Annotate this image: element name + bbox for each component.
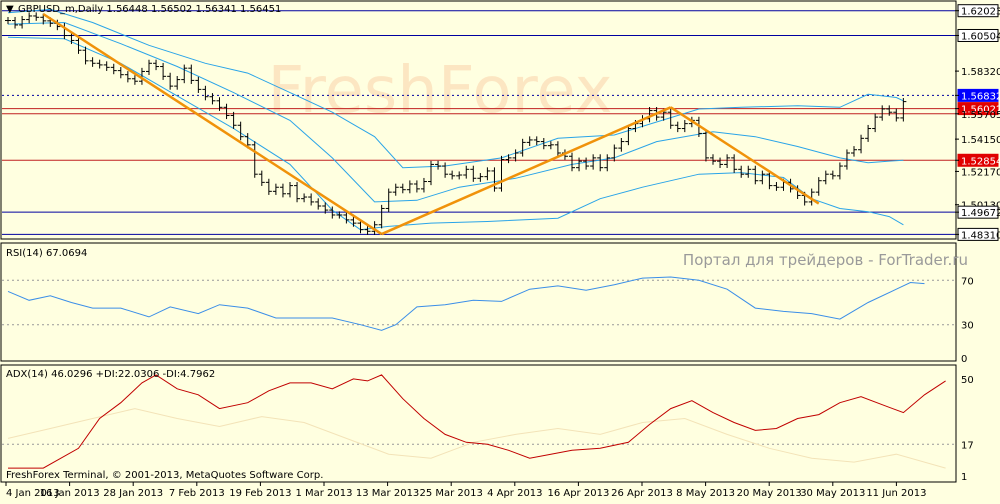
rsi-pane-title: RSI(14) 67.0694 [6,248,87,259]
price-axis-label: 1.52170 [961,167,1000,178]
price-axis-label: 1.58320 [961,67,1000,78]
price-axis-label: 1.48310 [961,230,1000,241]
adx-axis-label: 17 [961,440,974,451]
date-axis-label: 11 Jun 2013 [866,488,926,499]
date-axis-label: 20 May 2013 [737,488,802,499]
rsi-axis-label: 0 [961,354,967,365]
price-axis-label: 1.60504 [961,31,1000,42]
date-axis-label: 4 Apr 2013 [487,488,542,499]
rsi-axis-label: 70 [961,276,974,287]
trendline [670,106,820,205]
watermark-text: FreshForex [267,54,612,128]
chart-title-arrow-icon: ▼ [6,4,14,15]
terminal-footer: FreshForex Terminal, © 2001-2013, MetaQu… [6,470,323,481]
adx-pane-frame [0,364,957,483]
site-caption: Портал для трейдеров - ForTrader.ru [683,251,968,269]
rsi-layer [2,276,955,331]
adx-axis-label: 1 [961,472,967,483]
price-axis-label: 1.62023 [961,7,1000,18]
price-axis-label: 1.56832 [961,91,1000,102]
date-axis-label: 8 May 2013 [676,488,735,499]
price-axis-label: 1.49672 [961,208,1000,219]
date-axis-label: 28 Jan 2013 [103,488,163,499]
price-axis-label: 1.55705 [961,110,1000,121]
date-axis-label: 19 Feb 2013 [229,488,291,499]
adx-layer [2,374,955,469]
adx-axis-label: 50 [961,375,974,386]
date-axis-label: 1 Mar 2013 [295,488,352,499]
chart-window: FreshForex 1.62023 1.60504 1.58320 1.56832 1… [0,0,1000,500]
date-axis-label: 7 Feb 2013 [169,488,225,499]
adx-line [8,374,946,469]
date-axis-label: 16 Apr 2013 [547,488,609,499]
price-pane-title: GBPUSD_m,Daily 1.56448 1.56502 1.56341 1… [18,4,281,15]
adx-pane-title: ADX(14) 46.0296 +DI:22.0306 -DI:4.7962 [6,369,215,380]
date-axis-label: 16 Jan 2013 [40,488,100,499]
rsi-axis-label: 30 [961,321,974,332]
date-axis-label: 30 May 2013 [800,488,865,499]
date-axis-label: 13 Mar 2013 [356,488,419,499]
date-axis-label: 26 Apr 2013 [611,488,673,499]
price-axis-label: 1.52854 [961,156,1000,167]
chart-svg: FreshForex 1.62023 1.60504 1.58320 1.56832 1… [0,0,1000,499]
rsi-line [7,276,925,331]
date-axis-label: 25 Mar 2013 [419,488,482,499]
price-axis-label: 1.54150 [961,135,1000,146]
